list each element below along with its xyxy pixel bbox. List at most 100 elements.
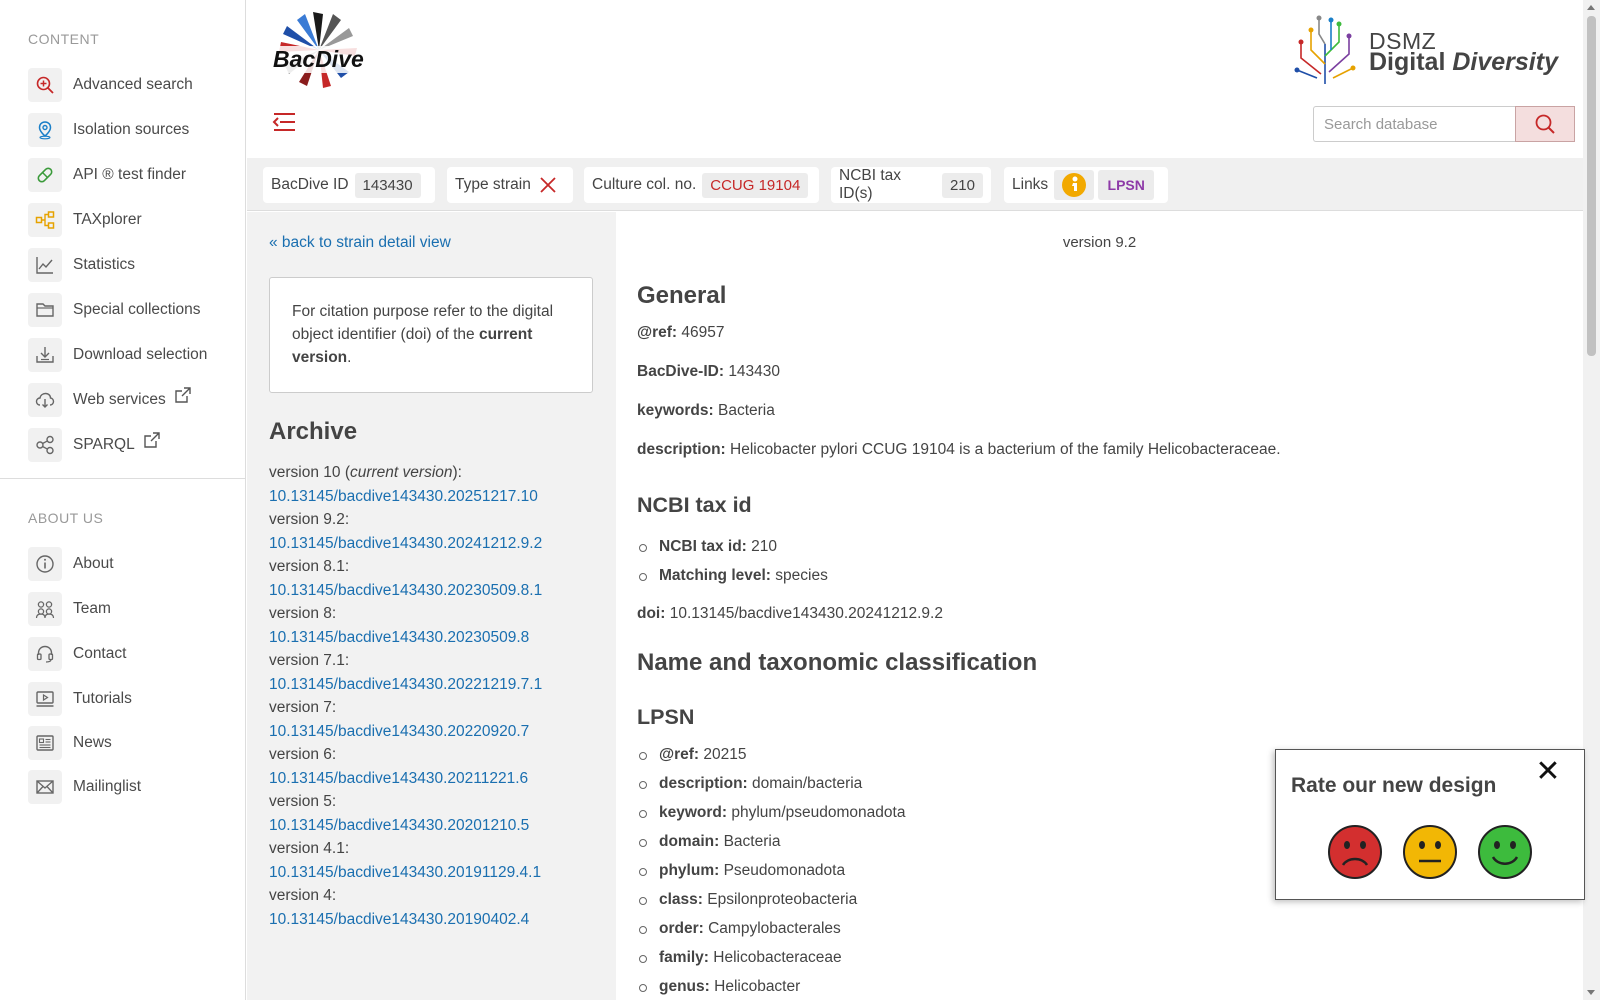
field-value: 10.13145/bacdive143430.20241212.9.2 (669, 605, 943, 622)
sidebar-item-mailinglist[interactable]: Mailinglist (28, 769, 141, 805)
field-keywords: keywords: Bacteria (637, 402, 775, 420)
sidebar-item-api-test-finder[interactable]: API ® test finder (28, 157, 186, 193)
archive-entry: version 5: 10.13145/bacdive143430.202012… (269, 790, 609, 837)
menu-toggle-icon[interactable] (271, 110, 297, 134)
field-label: Matching level: (659, 567, 771, 584)
archive-doi-link[interactable]: 10.13145/bacdive143430.20190402.4 (269, 908, 609, 932)
field-value: Pseudomonadota (723, 862, 846, 879)
magnify-plus-icon (28, 68, 62, 102)
sidebar-item-team[interactable]: Team (28, 591, 111, 627)
field-value: 46957 (681, 324, 725, 341)
archive-doi-link[interactable]: 10.13145/bacdive143430.20230509.8 (269, 626, 609, 650)
field-value: species (775, 567, 828, 584)
culture-collection-chip: Culture col. no. CCUG 19104 (584, 167, 819, 203)
field-description: description: Helicobacter pylori CCUG 19… (637, 441, 1281, 459)
type-strain-label: Type strain (455, 176, 531, 193)
sidebar-item-tutorials[interactable]: Tutorials (28, 681, 132, 717)
sidebar-item-download-selection[interactable]: Download selection (28, 337, 207, 373)
scroll-up-arrow[interactable] (1587, 5, 1595, 10)
search-input[interactable] (1313, 106, 1515, 142)
pill-icon (28, 158, 62, 192)
field-label: description: (637, 441, 726, 458)
field-value: Bacteria (717, 402, 775, 419)
archive-version: version 8: (269, 605, 337, 622)
sidebar-item-label: Advanced search (73, 76, 193, 93)
close-icon[interactable]: ✕ (1534, 757, 1562, 787)
archive-doi-link[interactable]: 10.13145/bacdive143430.20221219.7.1 (269, 673, 609, 697)
sidebar-item-about[interactable]: About (28, 546, 114, 582)
location-pin-icon (28, 113, 62, 147)
sidebar-item-sparql[interactable]: SPARQL (28, 427, 161, 463)
archive-entry: version 7.1: 10.13145/bacdive143430.2022… (269, 649, 609, 696)
field-value: domain/bacteria (752, 775, 863, 792)
tutorial-video-icon (28, 682, 62, 716)
sidebar-item-label: Mailinglist (73, 778, 142, 795)
sad-face-icon[interactable] (1327, 824, 1383, 880)
field-value: 210 (751, 538, 778, 555)
rating-popup: Rate our new design ✕ (1275, 749, 1585, 900)
archive-doi-link[interactable]: 10.13145/bacdive143430.20191129.4.1 (269, 861, 609, 885)
page-scrollbar[interactable] (1583, 0, 1600, 1000)
lpsn-field: phylum: Pseudomonadota (638, 862, 846, 880)
dsmz-logo-bottom: Digital Diversity (1369, 48, 1558, 77)
link-button-lpsn[interactable]: LPSN (1098, 170, 1155, 200)
lpsn-logo-text: LPSN (1107, 177, 1145, 193)
archive-doi-link[interactable]: 10.13145/bacdive143430.20211221.6 (269, 767, 609, 791)
field-value: Helicobacteraceae (713, 949, 842, 966)
culture-col-label: Culture col. no. (592, 176, 697, 193)
team-icon (28, 592, 62, 626)
sidebar-item-web-services[interactable]: Web services (28, 382, 192, 418)
archive-version: version 10 ( (269, 464, 350, 481)
bacdive-id-value: 143430 (354, 172, 421, 198)
link-button-external[interactable] (1054, 170, 1095, 200)
archive-version: version 4: (269, 887, 337, 904)
dsmz-logo-digital: Digital (1369, 48, 1446, 76)
archive-doi-link[interactable]: 10.13145/bacdive143430.20201210.5 (269, 814, 609, 838)
search-button[interactable] (1515, 106, 1575, 142)
section-title-general: General (637, 282, 727, 309)
archive-entry: version 9.2: 10.13145/bacdive143430.2024… (269, 508, 609, 555)
culture-col-link[interactable]: CCUG 19104 (702, 172, 809, 198)
sidebar-item-taxplorer[interactable]: TAXplorer (28, 202, 142, 238)
sidebar-item-special-collections[interactable]: Special collections (28, 292, 201, 328)
archive-entry: version 7: 10.13145/bacdive143430.202209… (269, 696, 609, 743)
strain-info-bar: BacDive ID 143430 Type strain Culture co… (247, 158, 1583, 211)
field-ref: @ref: 46957 (637, 324, 725, 342)
sidebar-item-advanced-search[interactable]: Advanced search (28, 67, 193, 103)
archive-version: version 7: (269, 699, 337, 716)
bacdive-logo-text: BacDive (271, 46, 366, 73)
sidebar-divider (0, 478, 246, 479)
citation-end: . (347, 349, 352, 366)
neutral-face-icon[interactable] (1402, 824, 1458, 880)
archive-current: current version (349, 464, 453, 481)
ncbi-tax-value[interactable]: 210 (941, 172, 983, 198)
sidebar-item-news[interactable]: News (28, 725, 112, 761)
field-label: doi: (637, 605, 666, 622)
archive-doi-link[interactable]: 10.13145/bacdive143430.20230509.8.1 (269, 579, 609, 603)
archive-version: version 7.1: (269, 652, 350, 669)
archive-doi-link[interactable]: 10.13145/bacdive143430.20241212.9.2 (269, 532, 609, 556)
archive-version: version 5: (269, 793, 337, 810)
hierarchy-icon (28, 203, 62, 237)
sidebar-item-label: Download selection (73, 346, 208, 363)
field-value: phylum/pseudomonadota (731, 804, 906, 821)
archive-doi-link[interactable]: 10.13145/bacdive143430.20251217.10 (269, 485, 609, 509)
happy-face-icon[interactable] (1477, 824, 1533, 880)
lpsn-field: genus: Helicobacter (638, 978, 800, 996)
field-label: genus: (659, 978, 710, 995)
archive-doi-link[interactable]: 10.13145/bacdive143430.20220920.7 (269, 720, 609, 744)
scroll-thumb[interactable] (1587, 16, 1596, 356)
sidebar-item-contact[interactable]: Contact (28, 636, 126, 672)
sidebar-item-statistics[interactable]: Statistics (28, 247, 135, 283)
share-nodes-icon (28, 428, 62, 462)
bacdive-logo[interactable]: BacDive (267, 10, 367, 92)
sidebar-item-label: Contact (73, 645, 127, 662)
sidebar-item-label: About (73, 555, 114, 572)
sidebar-item-isolation-sources[interactable]: Isolation sources (28, 112, 189, 148)
section-title-lpsn: LPSN (637, 705, 695, 729)
sidebar-item-label: SPARQL (73, 436, 135, 453)
scroll-down-arrow[interactable] (1587, 990, 1595, 995)
back-to-strain-link[interactable]: « back to strain detail view (269, 234, 451, 252)
dsmz-logo[interactable]: DSMZ Digital Diversity (1291, 14, 1561, 86)
sidebar-item-label: TAXplorer (73, 211, 142, 228)
